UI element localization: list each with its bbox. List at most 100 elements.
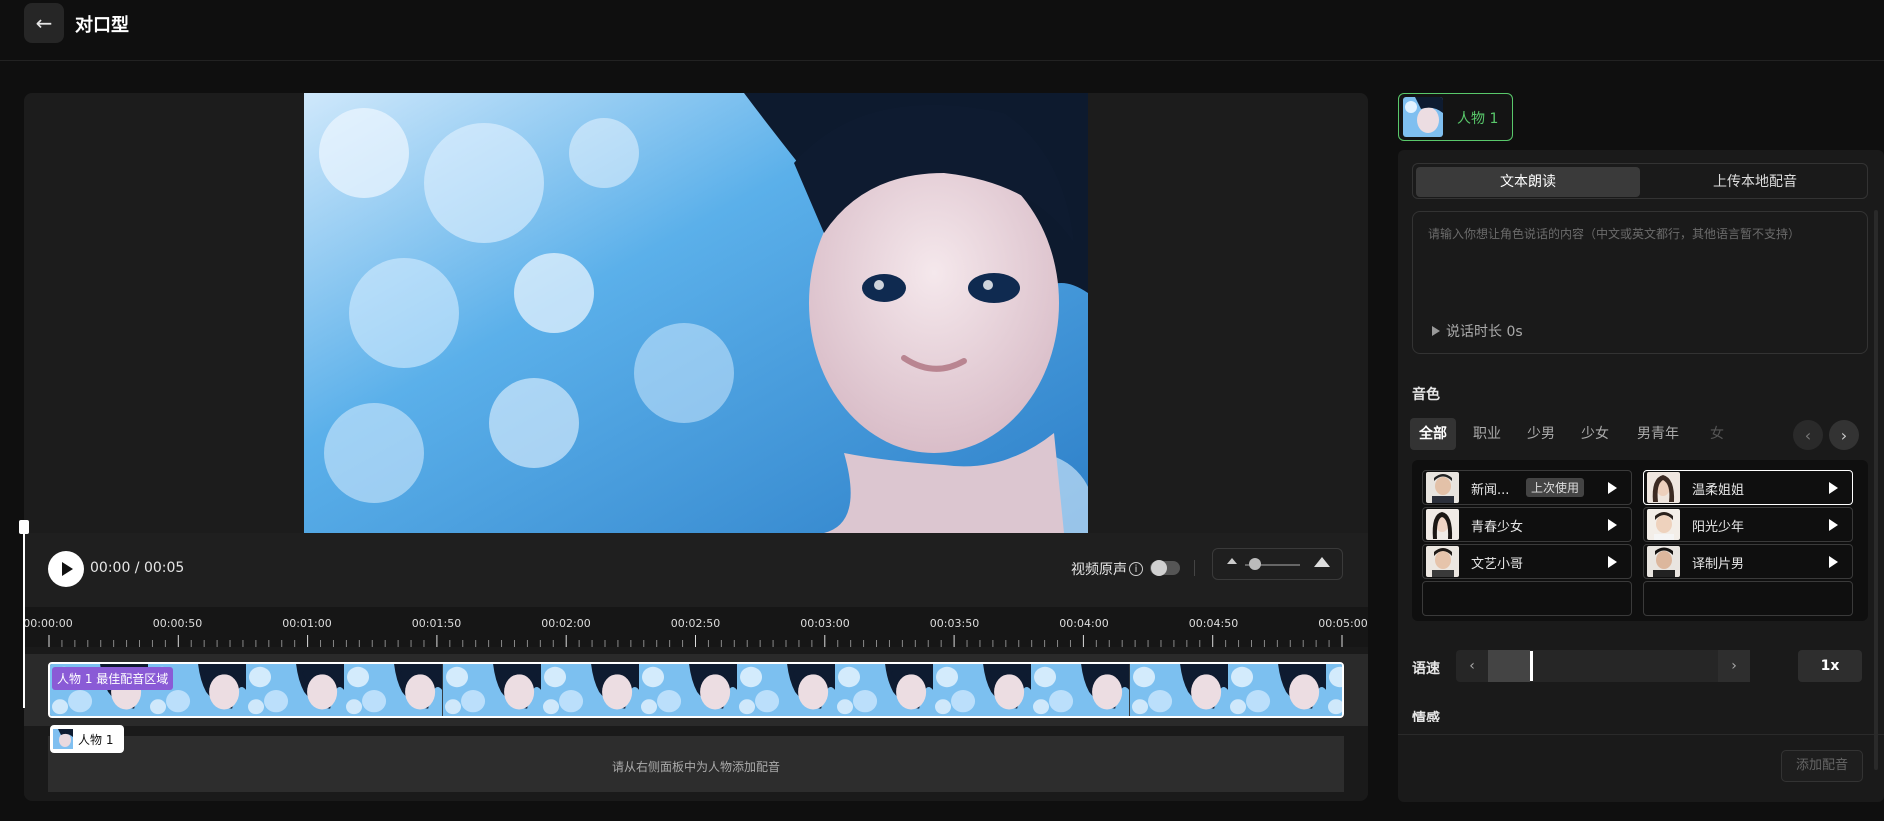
video-thumbnail <box>933 664 1032 716</box>
duration-display[interactable]: 说话时长 0s <box>1432 321 1523 341</box>
last-used-badge: 上次使用 <box>1526 478 1585 497</box>
voice-avatar <box>1647 472 1680 503</box>
divider <box>1194 560 1195 576</box>
video-frame[interactable] <box>304 93 1088 533</box>
editor-panel: 00:00 / 00:05 视频原声 i 00:00:00 00:00:50 00:… <box>24 93 1368 801</box>
tab-text-reading[interactable]: 文本朗读 <box>1416 167 1640 197</box>
category-girl[interactable]: 少女 <box>1572 418 1618 450</box>
zoom-out-icon[interactable] <box>1227 558 1237 564</box>
voice-play-icon[interactable] <box>1829 519 1838 531</box>
voice-play-icon[interactable] <box>1829 556 1838 568</box>
timeline-tick-label: 00:00:50 <box>152 617 203 630</box>
playhead[interactable] <box>23 522 25 708</box>
voice-item[interactable]: 青春少女 <box>1422 507 1632 542</box>
video-track: 人物 1 最佳配音区域 <box>24 654 1368 726</box>
voice-item[interactable]: 文艺小哥 <box>1422 544 1632 579</box>
voice-play-icon[interactable] <box>1829 482 1838 494</box>
person-chip[interactable]: 人物 1 <box>50 725 124 753</box>
voice-play-icon[interactable] <box>1608 556 1617 568</box>
category-young-man[interactable]: 男青年 <box>1628 418 1688 450</box>
video-thumbnail <box>344 664 443 716</box>
video-thumbnail <box>1227 664 1326 716</box>
voice-name: 新闻... <box>1471 483 1510 498</box>
speed-knob[interactable] <box>1530 651 1533 681</box>
dub-zone-tag: 人物 1 最佳配音区域 <box>52 667 174 690</box>
speed-value[interactable]: 1x <box>1798 650 1862 682</box>
video-thumbnail <box>1031 664 1130 716</box>
voice-name: 阳光少年 <box>1692 520 1745 535</box>
voice-item[interactable] <box>1422 581 1632 616</box>
video-thumbnail <box>1325 664 1342 716</box>
speed-increase-button[interactable]: › <box>1718 650 1750 682</box>
audio-drop-area[interactable]: 请从右侧面板中为人物添加配音 <box>48 736 1344 792</box>
category-woman[interactable]: 女 <box>1704 418 1730 450</box>
video-preview <box>24 93 1368 533</box>
voice-play-icon[interactable] <box>1608 519 1617 531</box>
timeline-tick-label: 00:03:00 <box>800 617 850 630</box>
voice-play-icon[interactable] <box>1608 482 1617 494</box>
category-all[interactable]: 全部 <box>1410 418 1456 450</box>
video-thumbnail <box>835 664 934 716</box>
category-boy[interactable]: 少男 <box>1518 418 1564 450</box>
timeline-tick-label: 00:02:00 <box>541 617 591 630</box>
voice-avatar <box>1426 509 1459 540</box>
video-thumbnail-strip[interactable] <box>48 662 1344 718</box>
video-thumbnail <box>246 664 345 716</box>
category-profession[interactable]: 职业 <box>1464 418 1510 450</box>
add-dubbing-button[interactable]: 添加配音 <box>1781 750 1863 782</box>
video-thumbnail <box>1129 664 1228 716</box>
voice-avatar <box>1647 546 1680 577</box>
video-thumbnail <box>540 664 639 716</box>
timeline-ruler[interactable]: 00:00:00 00:00:50 00:01:00 00:01:50 00:02:00… <box>24 607 1368 647</box>
dubbing-panel: 文本朗读 上传本地配音 请输入你想让角色说话的内容（中文或英文都行，其他语言暂不… <box>1398 150 1884 802</box>
character-avatar <box>1403 97 1443 137</box>
original-sound-label: 视频原声 i <box>1071 559 1143 579</box>
video-thumbnail <box>736 664 836 716</box>
emotion-label: 情感 <box>1412 711 1440 722</box>
playhead-handle[interactable] <box>19 520 29 534</box>
speech-text-input[interactable]: 请输入你想让角色说话的内容（中文或英文都行，其他语言暂不支持） 说话时长 0s <box>1412 211 1868 354</box>
timeline-tick-label: 00:05:00 <box>1318 617 1368 630</box>
page-title: 对口型 <box>75 15 129 36</box>
character-tab[interactable]: 人物 1 <box>1398 93 1513 141</box>
chevron-right-icon: › <box>1840 425 1848 445</box>
info-icon[interactable]: i <box>1129 562 1143 576</box>
original-sound-toggle[interactable] <box>1150 560 1180 576</box>
voice-item[interactable]: 新闻... 上次使用 <box>1422 470 1632 505</box>
timeline-tick-label: 00:04:50 <box>1188 617 1239 630</box>
speed-slider[interactable]: ‹ › <box>1456 650 1750 682</box>
video-thumbnail <box>638 664 737 716</box>
player-controls: 00:00 / 00:05 视频原声 i <box>24 533 1368 607</box>
voice-item[interactable]: 译制片男 <box>1643 544 1853 579</box>
play-button[interactable] <box>48 551 84 587</box>
duration-text: 说话时长 0s <box>1446 324 1523 340</box>
speech-text-placeholder: 请输入你想让角色说话的内容（中文或英文都行，其他语言暂不支持） <box>1428 227 1801 241</box>
voice-avatar <box>1426 472 1459 503</box>
voice-name: 温柔姐姐 <box>1692 483 1745 498</box>
speed-decrease-button[interactable]: ‹ <box>1456 650 1488 682</box>
play-icon <box>62 562 73 576</box>
time-display: 00:00 / 00:05 <box>90 560 185 576</box>
timeline-tick-label: 00:03:50 <box>929 617 980 630</box>
voice-name: 文艺小哥 <box>1471 557 1524 572</box>
zoom-in-icon[interactable] <box>1314 557 1330 567</box>
mode-tabs: 文本朗读 上传本地配音 <box>1412 163 1868 199</box>
category-prev-button[interactable]: ‹ <box>1793 420 1823 450</box>
tab-upload-audio[interactable]: 上传本地配音 <box>1643 167 1867 197</box>
video-thumbnail <box>442 664 541 716</box>
timeline-tick-label: 00:01:00 <box>282 617 332 630</box>
voice-section-label: 音色 <box>1412 387 1440 403</box>
original-sound-text: 视频原声 <box>1071 562 1127 578</box>
panel-scrollbar[interactable] <box>1874 210 1878 770</box>
chevron-right-icon: › <box>1731 658 1737 674</box>
voice-item[interactable]: 温柔姐姐 <box>1643 470 1853 505</box>
voice-item[interactable]: 阳光少年 <box>1643 507 1853 542</box>
back-button[interactable]: ← <box>24 3 64 43</box>
zoom-slider-knob[interactable] <box>1249 558 1261 570</box>
speed-label: 语速 <box>1412 661 1440 677</box>
voice-name: 青春少女 <box>1471 520 1524 535</box>
category-next-button[interactable]: › <box>1829 420 1859 450</box>
play-preview-icon[interactable] <box>1432 326 1440 336</box>
voice-item[interactable] <box>1643 581 1853 616</box>
timeline-tick-label: 00:00:00 <box>24 617 73 630</box>
